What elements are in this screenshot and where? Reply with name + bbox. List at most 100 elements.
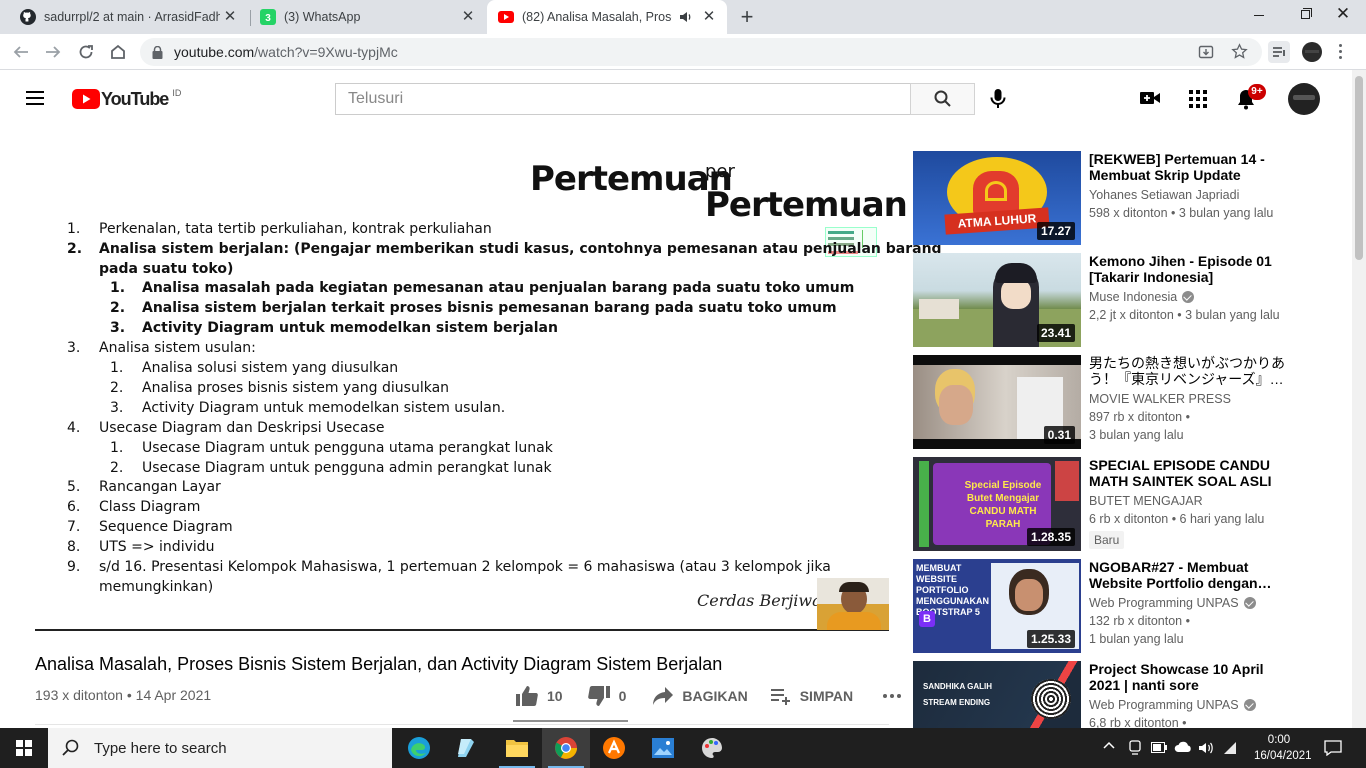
- recommended-video[interactable]: Special Episode Butet Mengajar CANDU MAT…: [913, 457, 1303, 551]
- slide-item-text: Class Diagram: [99, 499, 201, 515]
- address-bar[interactable]: youtube.com/watch?v=9Xwu-typjMc: [140, 38, 1262, 66]
- url-path: /watch?v=9Xwu-typjMc: [254, 44, 398, 60]
- audio-playing-icon[interactable]: [679, 10, 693, 24]
- volume-icon[interactable]: [1198, 740, 1214, 756]
- profile-avatar[interactable]: [1302, 42, 1322, 62]
- slide-title: Pertemuan: [530, 159, 733, 199]
- dislike-button[interactable]: 0: [587, 685, 626, 707]
- search-input[interactable]: [348, 90, 911, 108]
- recommended-video[interactable]: ATMA LUHUR 17.27 [REKWEB] Pertemuan 14 -…: [913, 151, 1303, 245]
- scrollbar-thumb[interactable]: [1355, 76, 1363, 260]
- channel-name[interactable]: Yohanes Setiawan Japriadi: [1089, 188, 1239, 202]
- search-button[interactable]: [910, 83, 975, 115]
- video-thumbnail[interactable]: 0.31: [913, 355, 1081, 449]
- onedrive-cloud-icon[interactable]: [1174, 741, 1192, 753]
- edge-icon[interactable]: [395, 728, 443, 768]
- tab-youtube[interactable]: (82) Analisa Masalah, Proses ✕: [487, 0, 727, 34]
- video-stats: 6 rb x ditonton • 6 hari yang lalu: [1089, 512, 1265, 526]
- video-duration: 17.27: [1036, 222, 1075, 240]
- start-button[interactable]: [0, 728, 48, 768]
- tab-github[interactable]: sadurrpl/2 at main · ArrasidFadhl ✕: [8, 0, 248, 34]
- view-count: 193 x ditonton: [35, 687, 123, 703]
- avast-icon[interactable]: [590, 728, 638, 768]
- channel-name[interactable]: MOVIE WALKER PRESS: [1089, 392, 1231, 406]
- channel-name[interactable]: Web Programming UNPAS: [1089, 698, 1256, 712]
- slide-item-number: 2.: [110, 380, 124, 396]
- recommended-title[interactable]: NGOBAR#27 - Membuat Website Portfolio de…: [1089, 559, 1293, 591]
- close-tab-icon[interactable]: ✕: [460, 9, 476, 25]
- close-tab-icon[interactable]: ✕: [222, 9, 238, 25]
- recommended-video[interactable]: MEMBUAT WEBSITE PORTFOLIO MENGGUNAKAN BO…: [913, 559, 1303, 653]
- recommended-video[interactable]: 0.31 男たちの熱き想いがぶつかりあう！『東京リベンジャーズ』… MOVIE …: [913, 355, 1303, 449]
- install-app-icon[interactable]: [1198, 44, 1214, 60]
- battery-icon[interactable]: [1151, 742, 1167, 753]
- recommended-title[interactable]: Project Showcase 10 April 2021 | nanti s…: [1089, 661, 1293, 693]
- channel-name[interactable]: BUTET MENGAJAR: [1089, 494, 1203, 508]
- more-actions-icon[interactable]: [883, 694, 902, 698]
- apps-grid-icon[interactable]: [1189, 90, 1207, 108]
- video-thumbnail[interactable]: SANDHIKA GALIH STREAM ENDING: [913, 661, 1081, 728]
- slide-item-number: 6.: [67, 499, 81, 515]
- search-icon: [934, 90, 951, 107]
- video-duration: 1.28.35: [1026, 528, 1075, 546]
- recommended-title[interactable]: [REKWEB] Pertemuan 14 - Membuat Skrip Up…: [1089, 151, 1293, 183]
- photos-icon[interactable]: [639, 728, 687, 768]
- lock-icon[interactable]: [152, 46, 163, 59]
- recommended-title[interactable]: 男たちの熱き想いがぶつかりあう！『東京リベンジャーズ』…: [1089, 355, 1293, 387]
- video-thumbnail[interactable]: MEMBUAT WEBSITE PORTFOLIO MENGGUNAKAN BO…: [913, 559, 1081, 653]
- chrome-menu-icon[interactable]: [1338, 44, 1344, 60]
- back-icon[interactable]: [12, 43, 30, 61]
- recommended-video[interactable]: SANDHIKA GALIH STREAM ENDING Project Sho…: [913, 661, 1303, 728]
- chrome-icon[interactable]: [542, 728, 590, 768]
- share-button[interactable]: BAGIKAN: [652, 686, 748, 706]
- new-tab-button[interactable]: +: [736, 6, 758, 29]
- taskbar-search[interactable]: Type here to search: [48, 728, 392, 768]
- video-stats-age: 3 bulan yang lalu: [1089, 428, 1184, 442]
- like-ratio-fill: [513, 720, 628, 722]
- recommended-title[interactable]: Kemono Jihen - Episode 01 [Takarir Indon…: [1089, 253, 1293, 285]
- presenter-webcam: [817, 578, 889, 630]
- voice-search-icon[interactable]: [989, 87, 1007, 111]
- create-video-icon[interactable]: [1139, 90, 1161, 106]
- like-button[interactable]: 10: [515, 685, 563, 707]
- video-thumbnail[interactable]: 23.41: [913, 253, 1081, 347]
- channel-name[interactable]: Web Programming UNPAS: [1089, 596, 1256, 610]
- slide-item-text: Usecase Diagram untuk pengguna admin per…: [142, 460, 552, 476]
- reload-icon[interactable]: [77, 43, 95, 61]
- system-clock[interactable]: 0:00 16/04/2021: [1254, 732, 1312, 764]
- channel-name[interactable]: Muse Indonesia: [1089, 290, 1195, 304]
- add-to-playlist-icon: [770, 689, 790, 705]
- slide-item-number: 1.: [110, 440, 124, 456]
- recommended-title[interactable]: SPECIAL EPISODE CANDU MATH SAINTEK SOAL …: [1089, 457, 1293, 489]
- user-avatar[interactable]: [1288, 83, 1320, 115]
- recommended-video[interactable]: 23.41 Kemono Jihen - Episode 01 [Takarir…: [913, 253, 1303, 347]
- slide-item-number: 7.: [67, 519, 81, 535]
- home-icon[interactable]: [109, 43, 127, 61]
- meet-now-icon[interactable]: [1128, 740, 1142, 756]
- file-explorer-icon[interactable]: [493, 728, 541, 768]
- close-window-button[interactable]: ✕: [1320, 4, 1366, 28]
- slide-item-text: Activity Diagram untuk memodelkan sistem…: [142, 320, 558, 336]
- youtube-logo[interactable]: YouTube ID: [72, 88, 181, 110]
- hamburger-menu-icon[interactable]: [26, 91, 46, 107]
- save-button[interactable]: SIMPAN: [770, 687, 853, 705]
- bookmark-star-icon[interactable]: [1231, 43, 1248, 60]
- like-count: 10: [547, 688, 563, 704]
- wifi-icon[interactable]: [1222, 740, 1238, 756]
- divider: [35, 724, 889, 725]
- show-hidden-icons-chevron[interactable]: [1103, 740, 1115, 752]
- media-control-icon[interactable]: [1268, 41, 1290, 63]
- tab-whatsapp[interactable]: 3 (3) WhatsApp ✕: [250, 0, 486, 34]
- video-player[interactable]: Pertemuan per Pertemuan 1. Perkenalan, ta…: [35, 151, 942, 631]
- close-tab-icon[interactable]: ✕: [701, 9, 717, 25]
- page-scrollbar[interactable]: [1352, 70, 1366, 728]
- notification-center-icon[interactable]: [1324, 740, 1342, 756]
- paint-icon[interactable]: [688, 728, 736, 768]
- slide-item-text: Activity Diagram untuk memodelkan sistem…: [142, 400, 506, 416]
- notes-app-icon[interactable]: [443, 728, 491, 768]
- minimize-button[interactable]: [1236, 0, 1282, 30]
- video-thumbnail[interactable]: ATMA LUHUR 17.27: [913, 151, 1081, 245]
- meta-separator: •: [126, 687, 132, 703]
- forward-icon[interactable]: [44, 43, 62, 61]
- video-thumbnail[interactable]: Special Episode Butet Mengajar CANDU MAT…: [913, 457, 1081, 551]
